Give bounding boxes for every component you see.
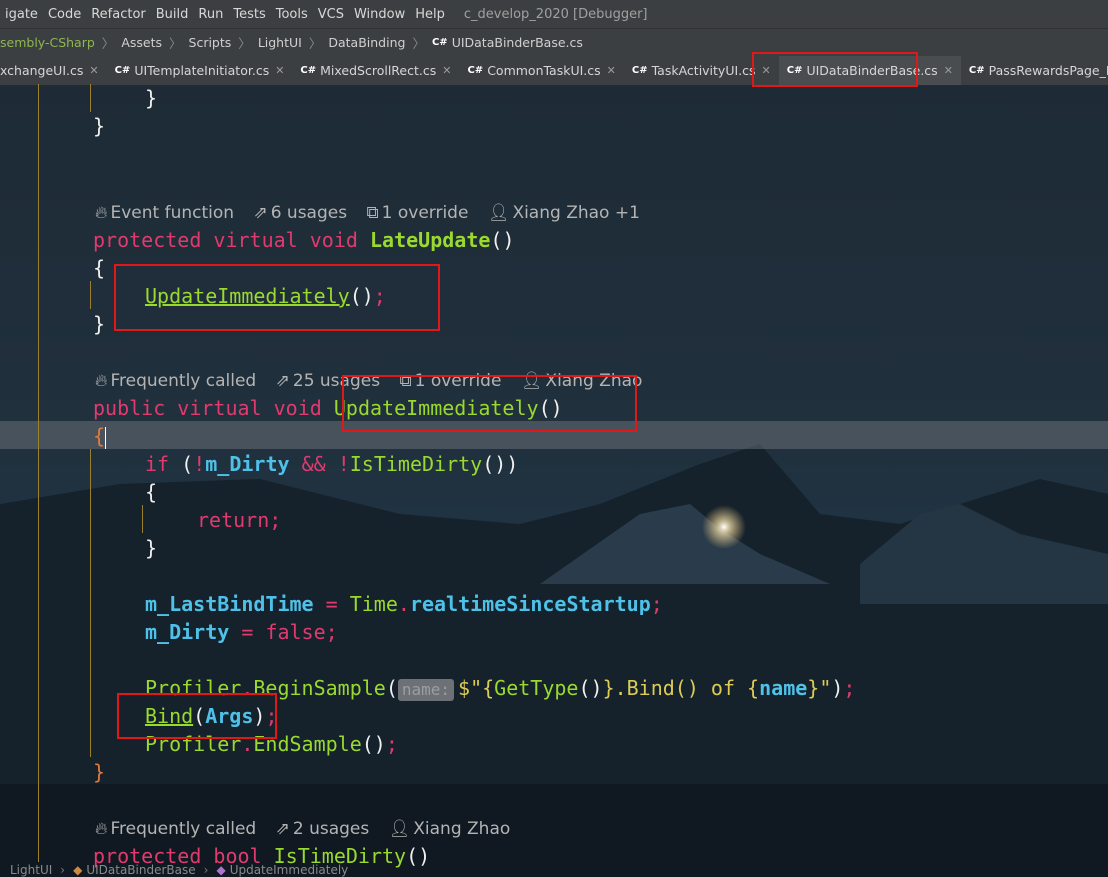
code-line: m_LastBindTime = Time.realtimeSinceStart… <box>145 592 663 616</box>
close-icon[interactable]: ✕ <box>442 64 451 77</box>
tab-file[interactable]: xchangeUI.cs ✕ <box>0 56 107 85</box>
code-line: { <box>93 424 107 449</box>
author-icon: 👤︎ <box>388 819 411 839</box>
fire-icon: 🔥︎ <box>95 371 108 391</box>
menu-refactor[interactable]: Refactor <box>86 7 151 22</box>
method-icon: ◆ <box>216 862 226 877</box>
usages-icon: ⇗ <box>275 371 290 391</box>
close-icon[interactable]: ✕ <box>275 64 284 77</box>
close-icon[interactable]: ✕ <box>607 64 616 77</box>
usages-icon: ⇗ <box>275 819 290 839</box>
parameter-hint: name: <box>397 678 455 701</box>
close-icon[interactable]: ✕ <box>89 64 98 77</box>
menu-vcs[interactable]: VCS <box>313 7 349 22</box>
code-line: m_Dirty = false; <box>145 620 338 644</box>
highlight-box <box>114 264 440 331</box>
csharp-file-icon: C# <box>467 65 484 76</box>
highlight-box <box>342 375 637 432</box>
navigation-status-bar: LightUI › ◆ UIDataBinderBase › ◆ UpdateImmed… <box>10 862 349 877</box>
status-item[interactable]: UpdateImmediately <box>230 863 349 877</box>
class-icon: ◆ <box>73 862 83 877</box>
breadcrumb-item[interactable]: Scripts <box>189 35 232 50</box>
text-caret <box>105 426 107 449</box>
code-line: { <box>145 480 158 504</box>
tab-label: PassRewardsPage_Rewards <box>988 63 1108 78</box>
code-line: } <box>145 86 158 110</box>
fire-icon: 🔥︎ <box>95 203 108 223</box>
menu-build[interactable]: Build <box>151 7 194 22</box>
menu-run[interactable]: Run <box>193 7 228 22</box>
code-line: } <box>93 312 106 336</box>
tab-label: UITemplateInitiator.cs <box>134 63 270 78</box>
menu-tests[interactable]: Tests <box>228 7 270 22</box>
csharp-file-icon: C# <box>631 65 648 76</box>
menu-window[interactable]: Window <box>349 7 410 22</box>
highlight-box <box>117 693 277 739</box>
csharp-file-icon: C# <box>300 65 317 76</box>
status-item[interactable]: UIDataBinderBase <box>86 863 195 877</box>
breadcrumb-item[interactable]: LightUI <box>258 35 302 50</box>
tab-label: TaskActivityUI.cs <box>651 63 756 78</box>
breadcrumb-item[interactable]: Assets <box>121 35 162 50</box>
code-line: } <box>145 536 158 560</box>
csharp-file-icon: C# <box>968 65 985 76</box>
code-line: return; <box>197 508 282 532</box>
tab-label: MixedScrollRect.cs <box>320 63 437 78</box>
fire-icon: 🔥︎ <box>95 819 108 839</box>
tab-label: CommonTaskUI.cs <box>487 63 601 78</box>
breadcrumb: sembly-CSharp 〉 Assets 〉 Scripts 〉 LightUI 〉… <box>0 28 1108 56</box>
override-icon: ⧉ <box>366 203 379 223</box>
usages-icon: ⇗ <box>253 203 268 223</box>
menu-code[interactable]: Code <box>43 7 86 22</box>
menu-help[interactable]: Help <box>410 7 450 22</box>
author-icon: 👤︎ <box>487 203 510 223</box>
tab-file[interactable]: C#PassRewardsPage_Rewards <box>961 56 1108 85</box>
code-line: } <box>93 760 106 784</box>
breadcrumb-item[interactable]: DataBinding <box>328 35 405 50</box>
menu-navigate[interactable]: igate <box>0 7 43 22</box>
window-title: c_develop_2020 [Debugger] <box>463 6 648 22</box>
codevision-hint[interactable]: 🔥︎ Frequently called ⇗ 2 usages 👤︎ Xiang Zh… <box>95 819 524 839</box>
code-line: if (!m_Dirty && !IsTimeDirty()) <box>145 452 519 476</box>
code-line: { <box>93 256 106 280</box>
code-line: protected virtual void LateUpdate() <box>93 228 515 252</box>
tab-file[interactable]: C# UITemplateInitiator.cs ✕ <box>107 56 293 85</box>
status-item[interactable]: LightUI <box>10 863 52 877</box>
code-editor[interactable]: } } 🔥︎ Event function ⇗ 6 usages ⧉ 1 overri… <box>0 84 1108 877</box>
breadcrumb-item[interactable]: UIDataBinderBase.cs <box>452 35 583 50</box>
codevision-hint[interactable]: 🔥︎ Event function ⇗ 6 usages ⧉ 1 override 👤… <box>95 203 654 223</box>
csharp-file-icon: C# <box>114 65 131 76</box>
tab-file[interactable]: C# CommonTaskUI.cs ✕ <box>459 56 623 85</box>
menu-tools[interactable]: Tools <box>271 7 313 22</box>
breadcrumb-item[interactable]: sembly-CSharp <box>0 35 95 50</box>
csharp-file-icon: C# <box>431 37 448 48</box>
tab-label: xchangeUI.cs <box>0 63 84 78</box>
active-tab-highlight <box>752 52 918 87</box>
code-line: } <box>93 114 106 138</box>
editor-tabs: xchangeUI.cs ✕ C# UITemplateInitiator.cs ✕ … <box>0 56 1108 86</box>
close-icon[interactable]: ✕ <box>944 64 953 77</box>
tab-file[interactable]: C# MixedScrollRect.cs ✕ <box>292 56 459 85</box>
menu-bar: igate Code Refactor Build Run Tests Tool… <box>0 0 1108 28</box>
